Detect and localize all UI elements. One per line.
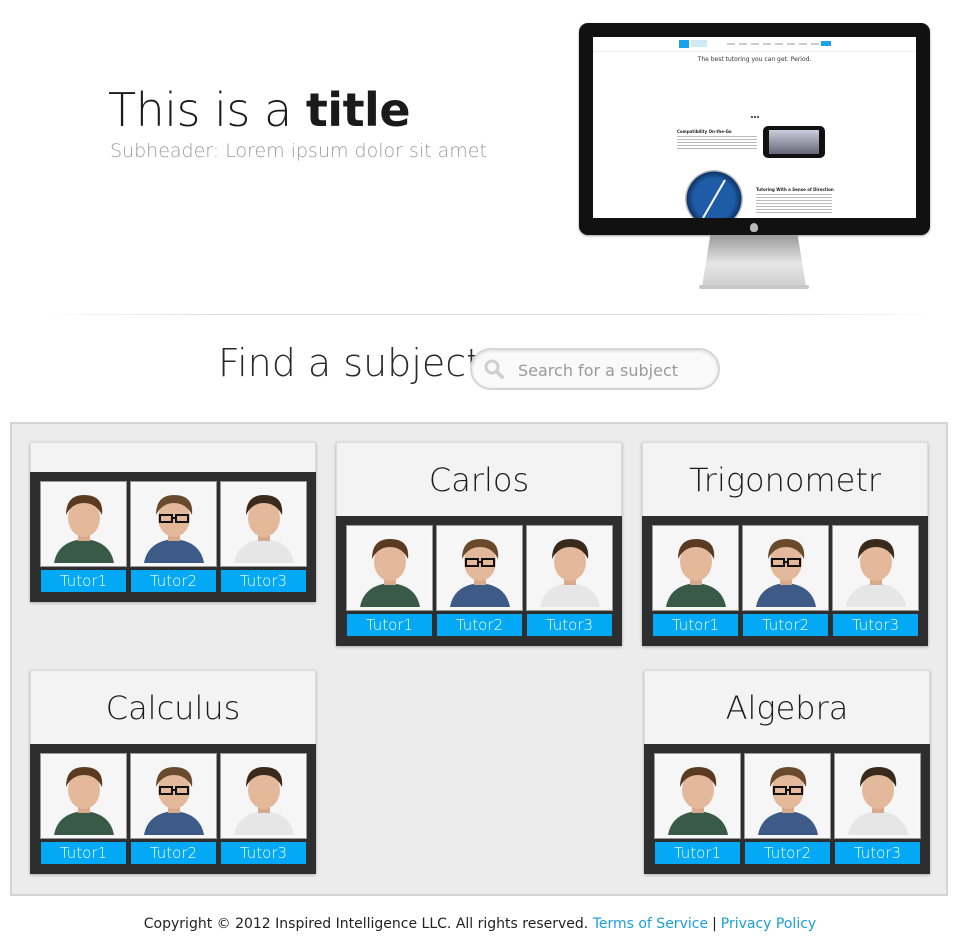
screen-nav-button <box>821 41 831 46</box>
tutor-item[interactable]: Tutor3 <box>835 754 920 864</box>
tutor-photo-icon[interactable] <box>833 526 918 610</box>
apple-logo-icon <box>750 223 758 232</box>
tutor-photo-icon[interactable] <box>221 754 306 838</box>
subject-card-title: Calculus <box>30 670 316 744</box>
screen-section1-text <box>677 136 757 150</box>
tutor-name-button[interactable]: Tutor1 <box>41 842 126 864</box>
tutor-item[interactable]: Tutor2 <box>745 754 830 864</box>
search-box[interactable] <box>470 348 720 390</box>
terms-of-service-link[interactable]: Terms of Service <box>593 916 708 932</box>
tutor-list: Tutor1 Tutor2 Tutor3 <box>30 744 316 874</box>
tutor-item[interactable]: Tutor2 <box>743 526 828 636</box>
section-divider <box>40 314 938 315</box>
screen-nav-links <box>727 43 825 45</box>
subject-card[interactable]: Algebra Tutor1 Tutor2 Tutor3 <box>644 670 930 874</box>
tutor-photo-icon[interactable] <box>41 754 126 838</box>
tutor-name-button[interactable]: Tutor3 <box>833 614 918 636</box>
privacy-policy-link[interactable]: Privacy Policy <box>721 916 816 932</box>
monitor-mockup: The best tutoring you can get. Period. C… <box>579 23 930 289</box>
tutor-photo-icon[interactable] <box>437 526 522 610</box>
tutor-photo-icon[interactable] <box>221 482 306 566</box>
tutor-list: Tutor1 Tutor2 Tutor3 <box>642 516 928 646</box>
screen-section1-heading: Compatibility On-the-Go <box>677 129 732 134</box>
tutor-photo-icon[interactable] <box>743 526 828 610</box>
tutor-photo-icon[interactable] <box>653 526 738 610</box>
screen-tagline: The best tutoring you can get. Period. <box>697 56 812 63</box>
tutor-item[interactable]: Tutor3 <box>527 526 612 636</box>
subject-card-title <box>30 442 316 472</box>
subject-card[interactable]: Trigonometr Tutor1 Tutor2 Tutor3 <box>642 442 928 646</box>
screen-section2-heading: Tutoring With a Sense of Direction <box>756 187 834 192</box>
tutor-photo-icon[interactable] <box>655 754 740 838</box>
copyright-text: Copyright © 2012 Inspired Intelligence L… <box>143 916 589 932</box>
monitor-foot <box>699 285 809 289</box>
monitor-stand <box>702 235 806 287</box>
tutor-photo-icon[interactable] <box>41 482 126 566</box>
subject-card-title: Carlos <box>336 442 622 516</box>
tutor-name-button[interactable]: Tutor3 <box>221 842 306 864</box>
page-title-prefix: This is a <box>108 83 292 137</box>
tutor-photo-icon[interactable] <box>131 754 216 838</box>
subject-card[interactable]: Carlos Tutor1 Tutor2 Tutor3 <box>336 442 622 646</box>
tutor-photo-icon[interactable] <box>835 754 920 838</box>
page-title: This is a title <box>108 80 411 140</box>
tutor-photo-icon[interactable] <box>527 526 612 610</box>
tutor-item[interactable]: Tutor1 <box>347 526 432 636</box>
tutor-name-button[interactable]: Tutor2 <box>743 614 828 636</box>
tutor-item[interactable]: Tutor1 <box>653 526 738 636</box>
subject-card[interactable]: Calculus Tutor1 Tutor2 Tutor3 <box>30 670 316 874</box>
tutor-name-button[interactable]: Tutor2 <box>745 842 830 864</box>
subject-card-title: Trigonometr <box>642 442 928 516</box>
screen-dots <box>751 116 759 118</box>
footer-separator: | <box>712 916 717 932</box>
tutor-list: Tutor1 Tutor2 Tutor3 <box>644 744 930 874</box>
tutor-item[interactable]: Tutor3 <box>833 526 918 636</box>
monitor-screen: The best tutoring you can get. Period. C… <box>593 37 916 218</box>
tutor-photo-icon[interactable] <box>745 754 830 838</box>
tutor-name-button[interactable]: Tutor2 <box>131 570 216 592</box>
subject-card-title: Algebra <box>644 670 930 744</box>
tutor-item[interactable]: Tutor2 <box>131 754 216 864</box>
tutor-item[interactable]: Tutor3 <box>221 482 306 592</box>
tutor-name-button[interactable]: Tutor2 <box>131 842 216 864</box>
screen-compass-icon <box>685 170 743 218</box>
tutor-name-button[interactable]: Tutor1 <box>41 570 126 592</box>
tutor-name-button[interactable]: Tutor3 <box>527 614 612 636</box>
screen-logo-text <box>691 40 707 47</box>
tutor-name-button[interactable]: Tutor1 <box>655 842 740 864</box>
screen-phone-image <box>763 126 825 158</box>
monitor-bezel: The best tutoring you can get. Period. C… <box>579 23 930 235</box>
tutor-item[interactable]: Tutor3 <box>221 754 306 864</box>
footer: Copyright © 2012 Inspired Intelligence L… <box>0 916 960 932</box>
tutor-item[interactable]: Tutor2 <box>437 526 522 636</box>
page-title-bold: title <box>305 83 411 137</box>
screen-section2-text <box>756 194 832 214</box>
search-icon <box>484 359 504 379</box>
tutor-photo-icon[interactable] <box>131 482 216 566</box>
screen-logo-icon <box>679 40 689 48</box>
search-input[interactable] <box>518 358 708 382</box>
tutor-name-button[interactable]: Tutor1 <box>347 614 432 636</box>
tutor-item[interactable]: Tutor1 <box>41 482 126 592</box>
tutor-item[interactable]: Tutor2 <box>131 482 216 592</box>
tutor-list: Tutor1 Tutor2 Tutor3 <box>336 516 622 646</box>
tutor-item[interactable]: Tutor1 <box>655 754 740 864</box>
subject-card[interactable]: Tutor1 Tutor2 Tutor3 <box>30 442 316 602</box>
tutor-list: Tutor1 Tutor2 Tutor3 <box>30 472 316 602</box>
tutor-name-button[interactable]: Tutor2 <box>437 614 522 636</box>
tutor-name-button[interactable]: Tutor3 <box>835 842 920 864</box>
tutor-name-button[interactable]: Tutor1 <box>653 614 738 636</box>
tutor-name-button[interactable]: Tutor3 <box>221 570 306 592</box>
tutor-photo-icon[interactable] <box>347 526 432 610</box>
find-subject-label: Find a subject <box>218 341 482 385</box>
page-subheader: Subheader: Lorem ipsum dolor sit amet <box>110 140 487 162</box>
tutor-item[interactable]: Tutor1 <box>41 754 126 864</box>
